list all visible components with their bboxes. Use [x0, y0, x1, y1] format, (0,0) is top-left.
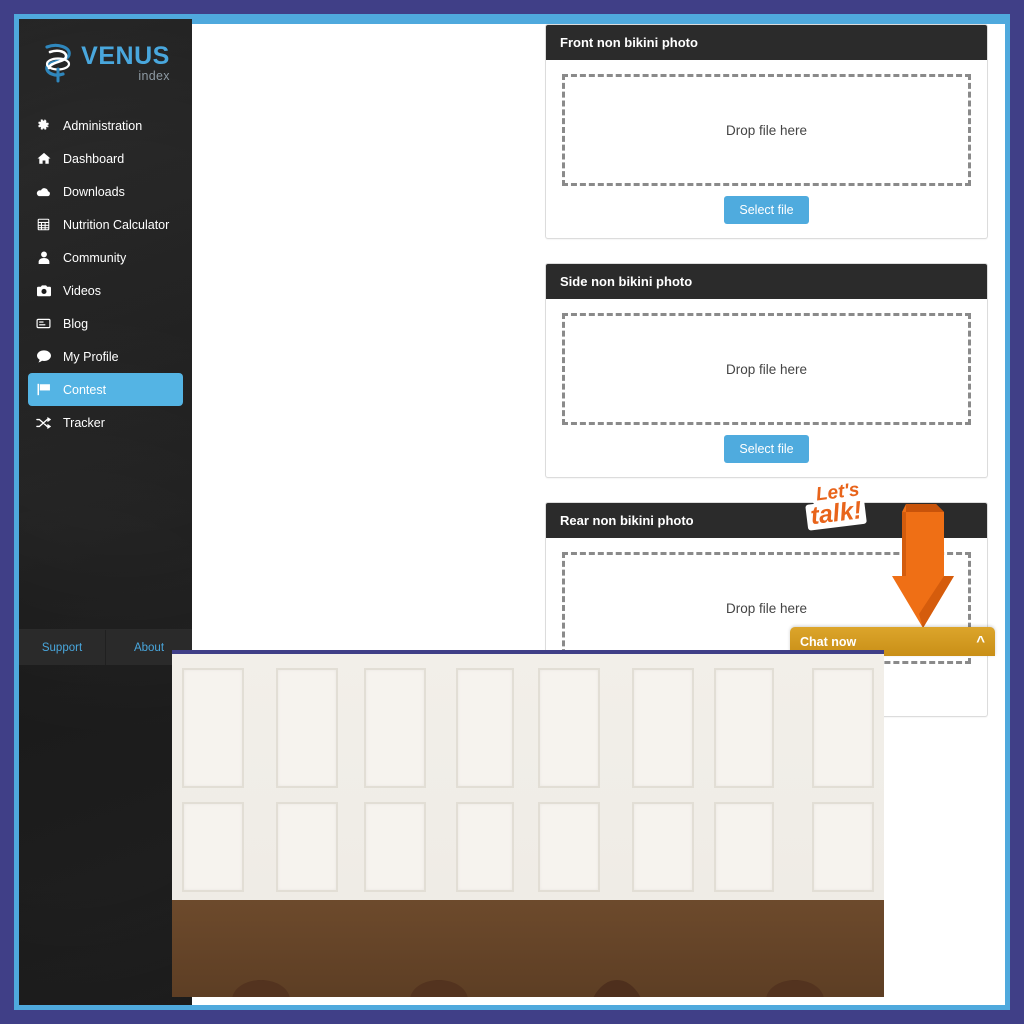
panel-title: Front non bikini photo	[546, 25, 987, 60]
door-panel	[456, 802, 514, 892]
panel-body: Drop file here Select file	[546, 60, 987, 238]
door-panel	[632, 802, 694, 892]
door-panel	[538, 802, 600, 892]
camera-icon	[36, 284, 51, 297]
venus-swirl-logo-icon	[45, 43, 71, 83]
progress-photo-with-newspaper	[706, 650, 884, 997]
sidebar-item-label: Nutrition Calculator	[63, 217, 170, 232]
sidebar-item-label: Administration	[63, 118, 143, 133]
cloud-icon	[36, 186, 51, 198]
progress-photo-rear	[528, 650, 706, 997]
sidebar-item-nutrition-calculator[interactable]: Nutrition Calculator	[28, 208, 183, 241]
user-icon	[36, 251, 51, 264]
sidebar-item-contest[interactable]: Contest	[28, 373, 183, 406]
sidebar-item-videos[interactable]: Videos	[28, 274, 183, 307]
sidebar-item-label: Contest	[63, 382, 107, 397]
logo-secondary-text: index	[138, 68, 170, 83]
door-panel	[812, 802, 874, 892]
sidebar: VENUS index Administration Dashboard Dow…	[19, 19, 192, 1005]
logo-primary-text: VENUS	[81, 41, 170, 70]
select-row: Select file	[562, 196, 971, 224]
progress-photo-strip	[172, 650, 884, 997]
upload-panel-side: Side non bikini photo Drop file here Sel…	[545, 263, 988, 478]
door-panel	[714, 802, 774, 892]
select-file-button[interactable]: Select file	[724, 196, 809, 224]
sidebar-item-label: Tracker	[63, 415, 105, 430]
panel-body: Drop file here Select file	[546, 299, 987, 477]
shuffle-icon	[36, 416, 51, 429]
door-panel	[456, 668, 514, 788]
gear-icon	[36, 119, 51, 132]
door-panel	[632, 668, 694, 788]
sidebar-item-label: Dashboard	[63, 151, 125, 166]
door-panel	[812, 668, 874, 788]
panel-title: Side non bikini photo	[546, 264, 987, 299]
sidebar-item-tracker[interactable]: Tracker	[28, 406, 183, 439]
sidebar-item-label: Blog	[63, 316, 89, 331]
sidebar-item-administration[interactable]: Administration	[28, 109, 183, 142]
chat-bubble-icon	[36, 350, 51, 363]
sidebar-item-downloads[interactable]: Downloads	[28, 175, 183, 208]
dropzone-text: Drop file here	[725, 361, 808, 377]
home-icon	[36, 152, 51, 165]
progress-photo-side	[350, 650, 528, 997]
chevron-up-icon[interactable]: ^	[976, 633, 985, 650]
dropzone-side[interactable]: Drop file here	[562, 313, 971, 425]
door-panel	[714, 668, 774, 788]
select-row: Select file	[562, 435, 971, 463]
sidebar-item-dashboard[interactable]: Dashboard	[28, 142, 183, 175]
sidebar-item-my-profile[interactable]: My Profile	[28, 340, 183, 373]
sidebar-item-blog[interactable]: Blog	[28, 307, 183, 340]
calculator-icon	[36, 218, 51, 231]
dropzone-text: Drop file here	[725, 600, 808, 616]
door-panel	[364, 802, 426, 892]
sidebar-nav: Administration Dashboard Downloads Nutri…	[19, 109, 192, 439]
sidebar-item-label: Community	[63, 250, 127, 265]
door-panel	[182, 668, 244, 788]
sidebar-item-label: Downloads	[63, 184, 125, 199]
door-panel	[364, 668, 426, 788]
progress-photo-front	[172, 650, 350, 997]
brand-logo[interactable]: VENUS index	[19, 19, 192, 101]
panel-title: Rear non bikini photo	[546, 503, 987, 538]
upload-panel-front: Front non bikini photo Drop file here Se…	[545, 24, 988, 239]
support-link[interactable]: Support	[19, 630, 105, 665]
select-file-button[interactable]: Select file	[724, 435, 809, 463]
chat-now-label: Chat now	[800, 634, 857, 649]
flag-icon	[36, 383, 51, 396]
sidebar-item-label: My Profile	[63, 349, 119, 364]
door-panel	[276, 802, 338, 892]
photo-strip-top-edge	[172, 650, 884, 654]
sidebar-item-community[interactable]: Community	[28, 241, 183, 274]
door-panel	[182, 802, 244, 892]
newspaper-icon	[36, 318, 51, 329]
door-panel	[276, 668, 338, 788]
door-panel	[538, 668, 600, 788]
sidebar-footer: Support About	[19, 629, 192, 665]
dropzone-front[interactable]: Drop file here	[562, 74, 971, 186]
sidebar-item-label: Videos	[63, 283, 101, 298]
dropzone-text: Drop file here	[725, 122, 808, 138]
